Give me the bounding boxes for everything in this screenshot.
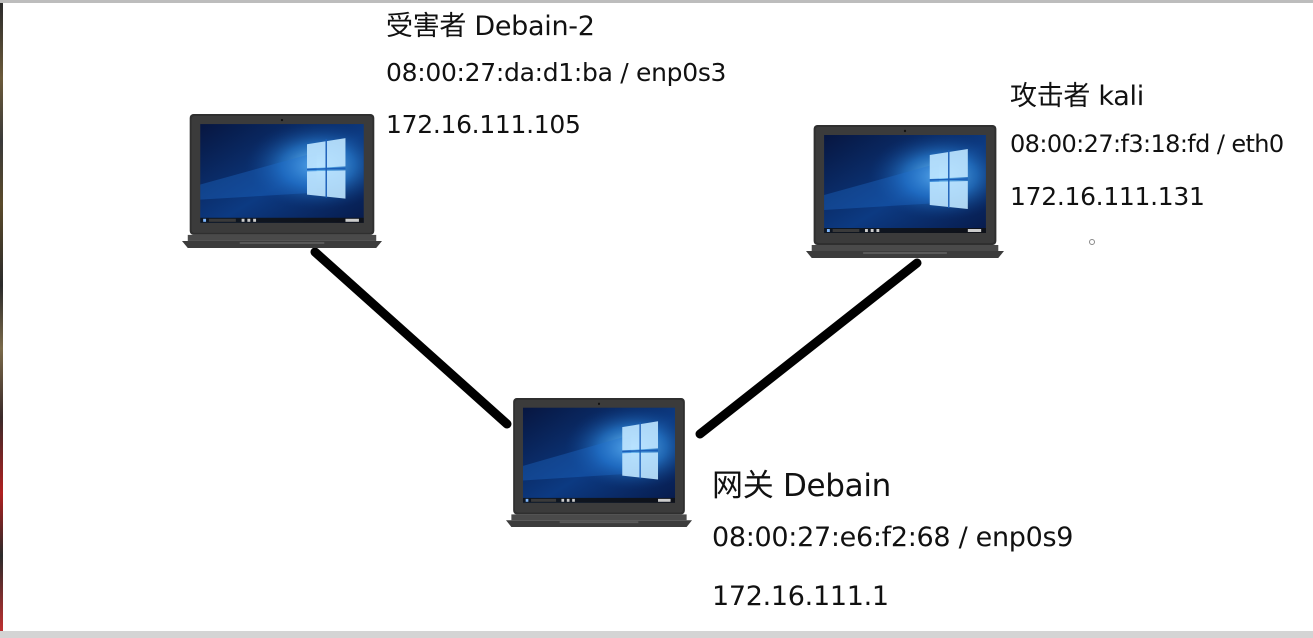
victim-ip: 172.16.111.105 bbox=[386, 110, 581, 139]
gateway-laptop-icon[interactable] bbox=[506, 398, 692, 527]
gateway-mac: 08:00:27:e6:f2:68 / enp0s9 bbox=[712, 522, 1074, 553]
attacker-title: 攻击者 kali bbox=[1010, 81, 1144, 112]
attacker-ip: 172.16.111.131 bbox=[1010, 182, 1205, 211]
gateway-title: 网关 Debain bbox=[712, 468, 892, 504]
link-attacker-gateway bbox=[695, 258, 922, 439]
attacker-mac: 08:00:27:f3:18:fd / eth0 bbox=[1010, 130, 1284, 158]
victim-mac: 08:00:27:da:d1:ba / enp0s3 bbox=[386, 58, 727, 87]
victim-laptop-icon[interactable] bbox=[182, 114, 382, 248]
victim-title: 受害者 Debain-2 bbox=[386, 11, 595, 42]
link-victim-gateway bbox=[310, 247, 512, 429]
stray-dot bbox=[1089, 239, 1095, 245]
gateway-ip: 172.16.111.1 bbox=[712, 581, 889, 612]
attacker-laptop-icon[interactable] bbox=[806, 125, 1004, 258]
